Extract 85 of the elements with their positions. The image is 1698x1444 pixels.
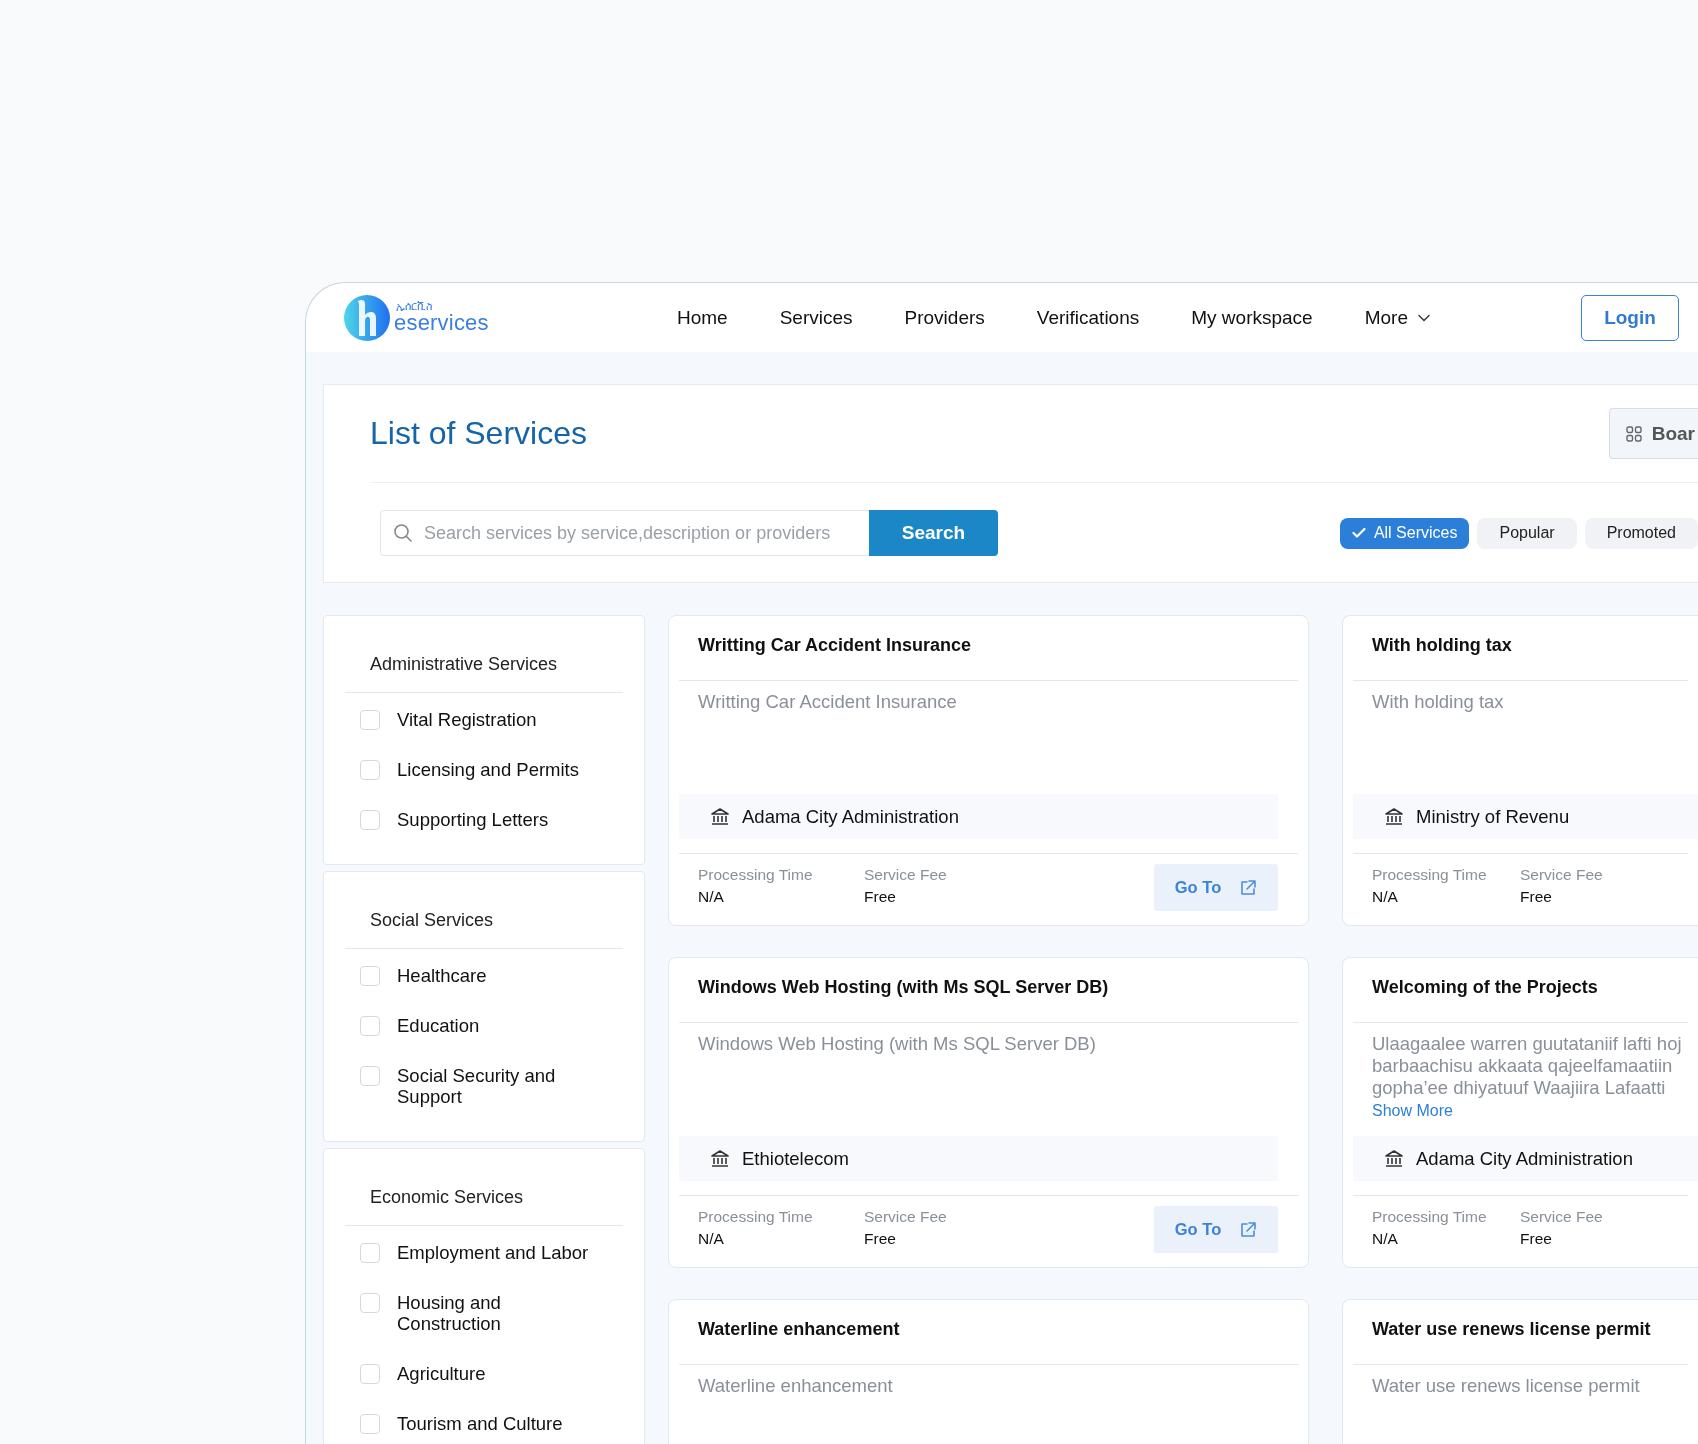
service-title: With holding tax (1353, 616, 1688, 681)
chevron-down-icon (1417, 313, 1430, 322)
service-fee-value: Free (864, 1229, 897, 1249)
service-description: barbaachisu akkaata qajeelfamaatiin (1372, 1055, 1674, 1077)
service-description: Writting Car Accident Insurance (698, 691, 958, 713)
category-option[interactable]: Supporting Letters (397, 809, 597, 830)
grid-icon (1625, 425, 1642, 442)
search-field[interactable]: Search services by service,description or providers (380, 510, 869, 556)
checkbox[interactable] (360, 1243, 380, 1263)
board-view-button[interactable]: Boar (1608, 408, 1698, 459)
checkbox[interactable] (360, 1293, 380, 1313)
building-icon (1384, 807, 1404, 826)
processing-time-label: Processing Time (698, 1207, 814, 1227)
service-title: Waterline enhancement (679, 1300, 1298, 1365)
building-icon (1384, 1149, 1404, 1168)
category-option[interactable]: Licensing and Permits (397, 759, 597, 780)
processing-time-label: Processing Time (1372, 865, 1488, 885)
service-fee-label: Service Fee (1520, 1207, 1604, 1227)
show-more-link[interactable]: Show More (1372, 1101, 1453, 1121)
nav-link[interactable]: Services (779, 306, 853, 329)
provider-name: Adama City Administration (1416, 1147, 1633, 1170)
category-heading: Social Services (345, 872, 623, 949)
nav-link[interactable]: Verifications (1036, 306, 1140, 329)
checkbox[interactable] (360, 1066, 380, 1086)
checkbox[interactable] (360, 1364, 380, 1384)
category-heading: Administrative Services (345, 616, 623, 693)
category-option[interactable]: Vital Registration (397, 709, 597, 730)
service-fee-label: Service Fee (864, 1207, 948, 1227)
provider-name: Adama City Administration (742, 805, 959, 828)
service-title: Welcoming of the Projects (1353, 958, 1688, 1023)
category-option[interactable]: Social Security and Support (397, 1065, 597, 1107)
nav-link[interactable]: Providers (904, 306, 985, 329)
service-fee-label: Service Fee (864, 865, 948, 885)
service-title: Writting Car Accident Insurance (679, 616, 1298, 681)
external-link-icon (1239, 1220, 1258, 1239)
checkbox[interactable] (360, 760, 380, 780)
nav-dropdown[interactable]: More (1364, 306, 1430, 329)
filter-chip[interactable]: All Services (1339, 517, 1470, 549)
checkbox[interactable] (360, 966, 380, 986)
external-link-icon (1239, 878, 1258, 897)
nav-link[interactable]: My workspace (1191, 306, 1313, 329)
search-icon (393, 523, 413, 543)
checkbox[interactable] (360, 810, 380, 830)
provider-name: Ministry of Revenu (1416, 805, 1570, 828)
category-option[interactable]: Agriculture (397, 1363, 597, 1384)
category-option[interactable]: Education (397, 1015, 597, 1036)
service-description: Windows Web Hosting (with Ms SQL Server DB) (698, 1033, 1097, 1055)
logo-icon (344, 294, 390, 341)
processing-time-value: N/A (698, 887, 725, 907)
category-option[interactable]: Employment and Labor (397, 1242, 597, 1263)
service-title: Water use renews license permit (1353, 1300, 1688, 1365)
building-icon (710, 1149, 730, 1168)
category-option[interactable]: Housing and Construction (397, 1292, 597, 1334)
processing-time-value: N/A (1372, 1229, 1399, 1249)
logo-script-text: ኢሰርቪስ (396, 301, 433, 312)
service-description: Ulaagaalee warren guutataniif lafti hoj (1372, 1033, 1683, 1055)
service-fee-value: Free (1520, 887, 1553, 907)
logo-text: eservices (394, 312, 489, 334)
search-button[interactable]: Search (869, 510, 998, 556)
service-fee-value: Free (864, 887, 897, 907)
service-description: Waterline enhancement (698, 1375, 894, 1397)
service-fee-label: Service Fee (1520, 865, 1604, 885)
filter-chip[interactable]: Promoted (1584, 517, 1698, 549)
provider-name: Ethiotelecom (742, 1147, 849, 1170)
filter-chip[interactable]: Popular (1477, 517, 1577, 549)
service-description: With holding tax (1372, 691, 1505, 713)
processing-time-value: N/A (698, 1229, 725, 1249)
building-icon (710, 807, 730, 826)
service-title: Windows Web Hosting (with Ms SQL Server DB) (679, 958, 1298, 1023)
processing-time-value: N/A (1372, 887, 1399, 907)
checkbox[interactable] (360, 1414, 380, 1434)
service-description: Water use renews license permit (1372, 1375, 1641, 1397)
category-option[interactable]: Tourism and Culture (397, 1413, 597, 1434)
checkbox[interactable] (360, 1016, 380, 1036)
nav-link[interactable]: Home (677, 306, 728, 329)
service-description: gopha’ee dhiyatuuf Waajiira Lafaatti (1372, 1077, 1667, 1099)
page-title: List of Services (370, 415, 587, 452)
service-fee-value: Free (1520, 1229, 1553, 1249)
category-option[interactable]: Healthcare (397, 965, 597, 986)
checkbox[interactable] (360, 710, 380, 730)
category-heading: Economic Services (345, 1149, 623, 1226)
login-button[interactable]: Login (1581, 294, 1679, 341)
processing-time-label: Processing Time (698, 865, 814, 885)
processing-time-label: Processing Time (1372, 1207, 1488, 1227)
check-icon (1351, 527, 1366, 539)
